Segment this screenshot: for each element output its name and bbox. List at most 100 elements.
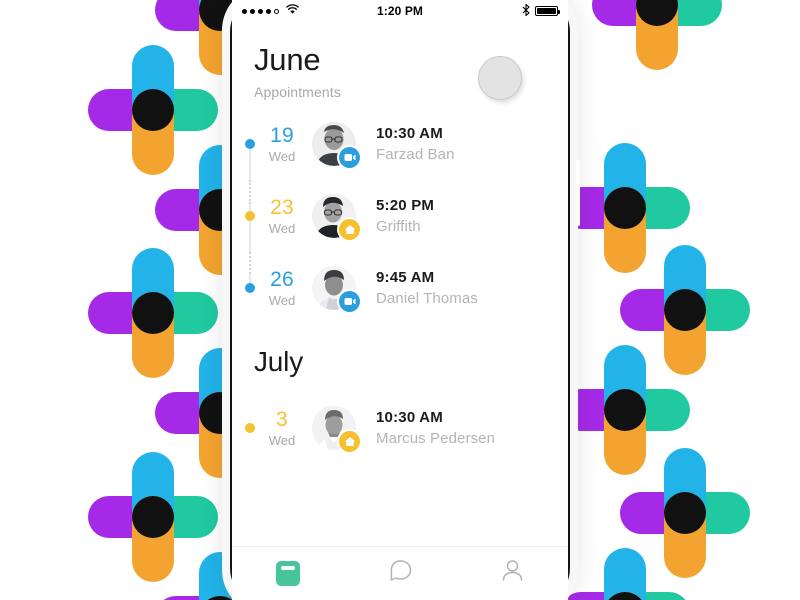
cross-bar-right bbox=[636, 0, 722, 26]
appointment-person: Marcus Pedersen bbox=[376, 430, 495, 447]
profile-circle-button[interactable] bbox=[478, 56, 522, 100]
timeline-rail bbox=[243, 108, 257, 180]
app-screenshot: 1:20 PM June Appointments bbox=[0, 0, 800, 600]
cross-bar-right bbox=[604, 592, 690, 600]
decorative-cross bbox=[620, 245, 750, 375]
avatar[interactable] bbox=[312, 406, 356, 450]
cross-hub bbox=[132, 292, 174, 334]
appointment-time: 10:30 AM bbox=[376, 409, 495, 426]
cross-bar-top bbox=[664, 448, 706, 534]
cross-hub bbox=[604, 187, 646, 229]
cross-hub bbox=[132, 496, 174, 538]
appointment-date: 23 Wed bbox=[258, 196, 306, 236]
cross-bar-bottom bbox=[604, 389, 646, 475]
avatar[interactable] bbox=[312, 266, 356, 310]
cross-bar-top bbox=[132, 45, 174, 131]
avatar[interactable] bbox=[312, 194, 356, 238]
decorative-cross bbox=[560, 548, 690, 600]
cross-bar-bottom bbox=[664, 492, 706, 578]
profile-tab[interactable] bbox=[456, 547, 568, 600]
decorative-cross bbox=[560, 345, 690, 475]
section-june: 19 Wed bbox=[232, 108, 568, 324]
cross-bar-bottom bbox=[636, 0, 678, 70]
cross-hub bbox=[664, 492, 706, 534]
screen-header: June Appointments bbox=[232, 22, 568, 108]
appointment-weekday: Wed bbox=[258, 433, 306, 448]
video-camera-icon bbox=[339, 147, 360, 168]
list-item[interactable]: 26 Wed bbox=[232, 252, 568, 324]
timeline-dot bbox=[245, 139, 255, 149]
appointment-date: 26 Wed bbox=[258, 268, 306, 308]
calendar-icon bbox=[276, 561, 300, 586]
cross-bar-top bbox=[132, 248, 174, 334]
cross-bar-left bbox=[620, 492, 706, 534]
calendar-tab[interactable] bbox=[232, 547, 344, 600]
cross-bar-left bbox=[88, 496, 174, 538]
cross-bar-bottom bbox=[604, 592, 646, 600]
timeline-dot bbox=[245, 423, 255, 433]
decorative-cross bbox=[620, 448, 750, 578]
cross-bar-left bbox=[620, 289, 706, 331]
decorative-cross bbox=[592, 0, 722, 70]
appointment-person: Farzad Ban bbox=[376, 146, 455, 163]
list-item[interactable]: 3 Wed bbox=[232, 392, 568, 464]
cross-bar-top bbox=[604, 345, 646, 431]
home-icon bbox=[339, 219, 360, 240]
appointment-details: 10:30 AM Marcus Pedersen bbox=[376, 409, 495, 447]
appointment-time: 10:30 AM bbox=[376, 125, 455, 142]
appointment-weekday: Wed bbox=[258, 293, 306, 308]
cross-bar-right bbox=[132, 496, 218, 538]
cross-bar-left bbox=[88, 89, 174, 131]
appointment-day-number: 26 bbox=[258, 268, 306, 291]
appointment-date: 3 Wed bbox=[258, 408, 306, 448]
appointment-time: 5:20 PM bbox=[376, 197, 434, 214]
messages-tab[interactable] bbox=[344, 547, 456, 600]
cross-hub bbox=[604, 592, 646, 600]
section-july: July 3 Wed bbox=[232, 324, 568, 464]
appointment-details: 5:20 PM Griffith bbox=[376, 197, 434, 235]
appointment-details: 9:45 AM Daniel Thomas bbox=[376, 269, 478, 307]
decorative-cross bbox=[88, 248, 218, 378]
appointment-weekday: Wed bbox=[258, 149, 306, 164]
decorative-cross bbox=[88, 452, 218, 582]
avatar[interactable] bbox=[312, 122, 356, 166]
timeline-dot bbox=[245, 211, 255, 221]
timeline-rail bbox=[243, 392, 257, 464]
cross-bar-right bbox=[604, 187, 690, 229]
appointment-person: Griffith bbox=[376, 218, 434, 235]
cross-bar-left bbox=[155, 596, 241, 600]
appointment-day-number: 3 bbox=[258, 408, 306, 431]
appointment-details: 10:30 AM Farzad Ban bbox=[376, 125, 455, 163]
timeline-dot bbox=[245, 283, 255, 293]
cross-bar-bottom bbox=[132, 496, 174, 582]
timeline-rail bbox=[243, 180, 257, 252]
phone-screen: 1:20 PM June Appointments bbox=[232, 0, 568, 600]
list-item[interactable]: 19 Wed bbox=[232, 108, 568, 180]
cross-hub bbox=[132, 89, 174, 131]
cross-bar-bottom bbox=[132, 89, 174, 175]
cross-bar-bottom bbox=[132, 292, 174, 378]
list-item[interactable]: 23 Wed bbox=[232, 180, 568, 252]
cross-bar-bottom bbox=[664, 289, 706, 375]
appointment-person: Daniel Thomas bbox=[376, 290, 478, 307]
cross-bar-top bbox=[636, 0, 678, 26]
cross-bar-right bbox=[664, 289, 750, 331]
cross-bar-top bbox=[664, 245, 706, 331]
appointment-day-number: 19 bbox=[258, 124, 306, 147]
battery-full-icon bbox=[535, 6, 558, 16]
cross-bar-left bbox=[88, 292, 174, 334]
phone-side-button bbox=[576, 160, 580, 226]
cross-bar-right bbox=[132, 292, 218, 334]
appointment-time: 9:45 AM bbox=[376, 269, 478, 286]
cross-bar-left bbox=[560, 592, 646, 600]
section-heading: July bbox=[232, 324, 568, 392]
timeline-rail bbox=[243, 252, 257, 324]
cross-bar-right bbox=[132, 89, 218, 131]
cross-bar-top bbox=[132, 452, 174, 538]
status-bar-clock: 1:20 PM bbox=[232, 4, 568, 18]
cross-bar-bottom bbox=[604, 187, 646, 273]
chat-bubble-icon bbox=[388, 559, 413, 588]
cross-bar-top bbox=[604, 143, 646, 229]
status-bar: 1:20 PM bbox=[232, 0, 568, 22]
bottom-tab-bar bbox=[232, 546, 568, 600]
